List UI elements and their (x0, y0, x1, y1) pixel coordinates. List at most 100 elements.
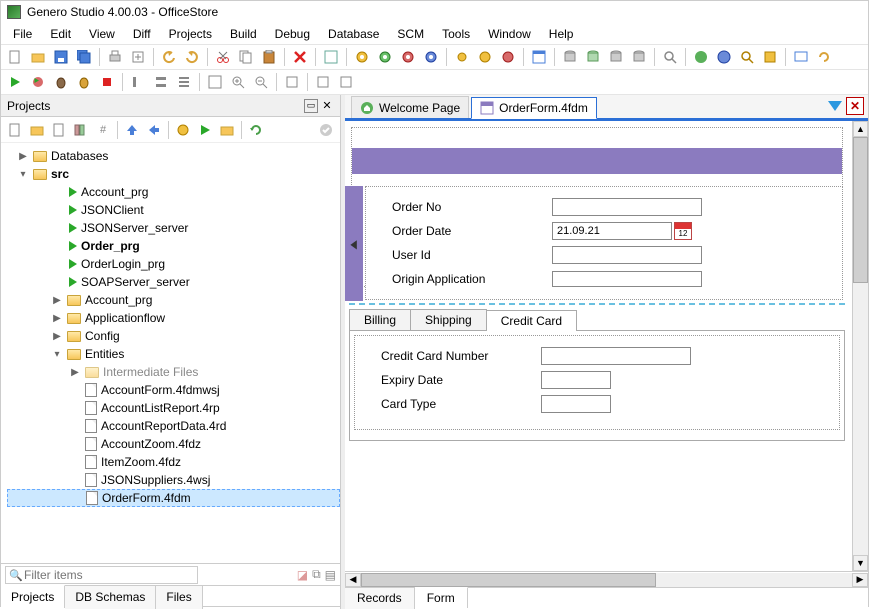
pt-doc-icon[interactable] (49, 120, 69, 140)
scroll-left-icon[interactable]: ◀ (345, 573, 361, 587)
menu-scm[interactable]: SCM (389, 25, 432, 43)
step2-icon[interactable] (151, 72, 171, 92)
tab-creditcard[interactable]: Credit Card (486, 310, 577, 331)
menu-projects[interactable]: Projects (161, 25, 220, 43)
pt-check-icon[interactable] (316, 120, 336, 140)
scroll-right-icon[interactable]: ▶ (852, 573, 868, 587)
menu-view[interactable]: View (81, 25, 123, 43)
sun-icon[interactable] (452, 47, 472, 67)
side-collapse-tab[interactable]: ◀ (345, 186, 363, 301)
pt-refresh-icon[interactable] (246, 120, 266, 140)
delete-icon[interactable] (290, 47, 310, 67)
tab-dbschemas[interactable]: DB Schemas (65, 586, 156, 609)
tree-file-accountform-4fdmwsj[interactable]: AccountForm.4fdmwsj (7, 381, 340, 399)
orderdate-input[interactable]: 21.09.21 (552, 222, 672, 240)
stop-icon[interactable] (97, 72, 117, 92)
form-editor[interactable]: ◀ Order No Order Date 21.09.21 12 (345, 121, 852, 571)
zoom-out-icon[interactable] (251, 72, 271, 92)
editor-vscroll[interactable]: ▲ ▼ (852, 121, 868, 571)
step1-icon[interactable] (128, 72, 148, 92)
expand-icon[interactable]: ▶ (51, 313, 63, 324)
calendar-icon[interactable]: 12 (674, 222, 692, 240)
menu-edit[interactable]: Edit (42, 25, 79, 43)
pt-up-icon[interactable] (122, 120, 142, 140)
orderno-input[interactable] (552, 198, 702, 216)
gear2-icon[interactable] (475, 47, 495, 67)
tree-node-jsonserver_server[interactable]: •JSONServer_server (7, 219, 340, 237)
scroll-thumb[interactable] (361, 573, 656, 587)
menu-debug[interactable]: Debug (267, 25, 318, 43)
scroll-thumb[interactable] (853, 137, 868, 283)
tab-orderform[interactable]: OrderForm.4fdm (471, 97, 597, 119)
cardtype-input[interactable] (541, 395, 611, 413)
tab-shipping[interactable]: Shipping (410, 309, 487, 330)
help-ball-icon[interactable] (691, 47, 711, 67)
tab-files[interactable]: Files (156, 586, 202, 609)
menu-window[interactable]: Window (480, 25, 539, 43)
menu-diff[interactable]: Diff (125, 25, 159, 43)
export-icon[interactable] (128, 47, 148, 67)
tab-form[interactable]: Form (415, 587, 468, 608)
pane-close-icon[interactable]: ✕ (320, 99, 334, 113)
expand-icon[interactable]: ▶ (17, 151, 29, 162)
pt-folder2-icon[interactable] (217, 120, 237, 140)
editor-hscroll[interactable]: ◀ ▶ (345, 571, 868, 587)
expand-icon[interactable]: ▶ (69, 367, 81, 378)
project-tree[interactable]: ▶ Databases ▾ src •Account_prg•JSONClien… (1, 143, 340, 563)
tab-dropdown-icon[interactable] (828, 101, 842, 111)
collapse-icon[interactable]: ▾ (51, 349, 63, 360)
tree-node-config[interactable]: ▶Config (7, 327, 340, 345)
menu-file[interactable]: File (5, 25, 40, 43)
ccnum-input[interactable] (541, 347, 691, 365)
monitor-icon[interactable] (791, 47, 811, 67)
tree-node-intermediate[interactable]: ▶ Intermediate Files (7, 363, 340, 381)
expand-icon[interactable]: ▶ (51, 295, 63, 306)
new-icon[interactable] (5, 47, 25, 67)
print-icon[interactable] (105, 47, 125, 67)
db2-icon[interactable] (583, 47, 603, 67)
filter-input[interactable] (5, 566, 198, 584)
tree-node-databases[interactable]: ▶ Databases (7, 147, 340, 165)
pt-open-icon[interactable] (27, 120, 47, 140)
expiry-input[interactable] (541, 371, 611, 389)
userid-input[interactable] (552, 246, 702, 264)
misc3-icon[interactable] (336, 72, 356, 92)
misc1-icon[interactable] (282, 72, 302, 92)
origin-input[interactable] (552, 271, 702, 287)
tree-file-accountlistreport-4rp[interactable]: AccountListReport.4rp (7, 399, 340, 417)
globe-icon[interactable] (714, 47, 734, 67)
puzzle-icon[interactable] (760, 47, 780, 67)
run-icon[interactable] (5, 72, 25, 92)
db1-icon[interactable] (560, 47, 580, 67)
gear-green-icon[interactable] (375, 47, 395, 67)
tree-node-order_prg[interactable]: •Order_prg (7, 237, 340, 255)
pane-float-icon[interactable]: ▭ (304, 99, 318, 113)
undo-icon[interactable] (159, 47, 179, 67)
stack-icon[interactable]: ▤ (325, 568, 336, 582)
step3-icon[interactable] (174, 72, 194, 92)
eraser-icon[interactable]: ◪ (297, 568, 308, 582)
scroll-up-icon[interactable]: ▲ (853, 121, 868, 137)
debug-icon[interactable] (28, 72, 48, 92)
pt-run-icon[interactable] (195, 120, 215, 140)
menu-build[interactable]: Build (222, 25, 265, 43)
paste-icon[interactable] (259, 47, 279, 67)
tree-node-account_prg[interactable]: •Account_prg (7, 183, 340, 201)
tab-welcome[interactable]: Welcome Page (351, 96, 469, 118)
pt-gear-icon[interactable] (173, 120, 193, 140)
cut-icon[interactable] (213, 47, 233, 67)
zoom-in-icon[interactable] (228, 72, 248, 92)
tree-file-accountzoom-4fdz[interactable]: AccountZoom.4fdz (7, 435, 340, 453)
menu-database[interactable]: Database (320, 25, 387, 43)
db4-icon[interactable] (629, 47, 649, 67)
tree-file-accountreportdata-4rd[interactable]: AccountReportData.4rd (7, 417, 340, 435)
pt-left-icon[interactable] (144, 120, 164, 140)
zoom-fit-icon[interactable] (205, 72, 225, 92)
tree-file-itemzoom-4fdz[interactable]: ItemZoom.4fdz (7, 453, 340, 471)
refresh2-icon[interactable] (814, 47, 834, 67)
tree-node-src[interactable]: ▾ src (7, 165, 340, 183)
misc2-icon[interactable] (313, 72, 333, 92)
expand-icon[interactable]: ▶ (51, 331, 63, 342)
tree-node-soapserver_server[interactable]: •SOAPServer_server (7, 273, 340, 291)
find-icon[interactable] (660, 47, 680, 67)
